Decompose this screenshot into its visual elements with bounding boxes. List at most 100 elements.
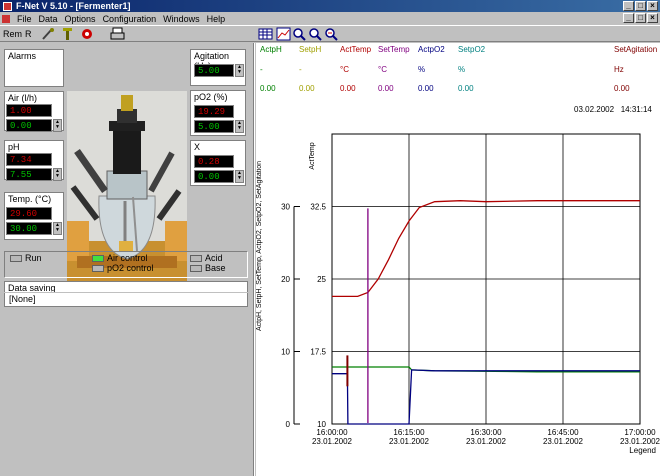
timestamp: 03.02.2002 14:31:14 <box>574 105 652 114</box>
table-view-icon[interactable] <box>258 27 273 41</box>
agitation-setpoint-input[interactable]: 5.00 <box>194 64 234 77</box>
x-tick-time: 16:15:00 <box>393 428 425 437</box>
zoom-out-icon[interactable] <box>308 27 323 41</box>
inner-y-tick: 32.5 <box>310 203 326 212</box>
header-acttemp-value: 0.00 <box>340 84 356 93</box>
title-bar: F-Net V 5.10 - [Fermenter1] _ □ × <box>0 0 660 12</box>
x-tick-date: 23.01.2002 <box>389 437 430 446</box>
po2-setpoint-input[interactable]: 5.00 <box>194 120 234 133</box>
x-tick-date: 23.01.2002 <box>312 437 353 446</box>
air-control-label: Air control <box>107 253 148 263</box>
outer-y-tick: 0 <box>286 420 291 429</box>
ph-setpoint-input[interactable]: 7.55 <box>6 168 52 181</box>
trend-chart[interactable]: 16:00:0023.01.200216:15:0023.01.200216:3… <box>256 116 660 476</box>
maximize-button[interactable]: □ <box>635 1 646 11</box>
header-actpo2-unit: % <box>418 65 426 74</box>
print-icon[interactable] <box>110 27 125 41</box>
x-actual-display: 0.28 <box>194 155 234 168</box>
x-tick-date: 23.01.2002 <box>466 437 507 446</box>
mdi-restore-button[interactable]: □ <box>635 13 646 23</box>
air-setpoint-spinner[interactable]: ▲ ▼ <box>53 119 62 132</box>
menu-windows[interactable]: Windows <box>163 14 200 24</box>
air-actual-display: 1.00 <box>6 104 52 117</box>
agitation-setpoint-spinner[interactable]: ▲ ▼ <box>235 64 244 77</box>
close-button[interactable]: × <box>647 1 658 11</box>
header-setpo2-unit: % <box>458 65 466 74</box>
alarms-label: Alarms <box>8 51 37 61</box>
base-led[interactable] <box>190 265 202 272</box>
x-tick-date: 23.01.2002 <box>543 437 584 446</box>
alarms-box: Alarms <box>4 49 64 87</box>
temp-actual-display: 29.60 <box>6 207 52 220</box>
po2-actual-display: 19.29 <box>194 105 234 118</box>
mdi-minimize-button[interactable]: _ <box>623 13 634 23</box>
x-tick-date: 23.01.2002 <box>620 437 660 446</box>
outer-y-axis-label: ActpH, SetpH, SetTemp, ActpO2, SetpO2, S… <box>256 161 263 331</box>
data-saving-box: Data saving <box>4 281 248 307</box>
run-label: Run <box>25 253 42 263</box>
x-tick-time: 17:00:00 <box>624 428 656 437</box>
outer-y-tick: 10 <box>281 348 290 357</box>
header-actpo2-name: ActpO2 <box>418 45 445 54</box>
header-setph-name: SetpH <box>299 45 322 54</box>
chart-view-icon[interactable] <box>276 27 291 41</box>
ph-actual-display: 7.34 <box>6 153 52 166</box>
header-setpo2-value: 0.00 <box>458 84 474 93</box>
chart-panel: ActpH - 0.00 SetpH - 0.00 ActTemp °C 0.00 SetTemp… <box>256 43 660 476</box>
acid-label: Acid <box>205 253 223 263</box>
header-settemp-name: SetTemp <box>378 45 410 54</box>
x-setpoint-spinner[interactable]: ▲ ▼ <box>235 170 244 183</box>
temp-setpoint-spinner[interactable]: ▲ ▼ <box>53 222 62 235</box>
run-led[interactable] <box>10 255 22 262</box>
zoom-reset-icon[interactable] <box>324 27 339 41</box>
acid-led[interactable] <box>190 255 202 262</box>
menu-file[interactable]: File <box>17 14 32 24</box>
x-tick-time: 16:30:00 <box>470 428 502 437</box>
po2-setpoint-spinner[interactable]: ▲ ▼ <box>235 120 244 133</box>
menu-configuration[interactable]: Configuration <box>103 14 157 24</box>
temp-setpoint-input[interactable]: 30.00 <box>6 222 52 235</box>
outer-y-tick: 30 <box>281 203 290 212</box>
header-setagitation-name: SetAgitation <box>614 45 658 54</box>
header-actph-name: ActpH <box>260 45 282 54</box>
x-setpoint-input[interactable]: 0.00 <box>194 170 234 183</box>
po2-control-led[interactable] <box>92 265 104 272</box>
menu-help[interactable]: Help <box>207 14 226 24</box>
x-tick-time: 16:00:00 <box>316 428 348 437</box>
header-settemp-unit: °C <box>378 65 387 74</box>
ph-setpoint-spinner[interactable]: ▲ ▼ <box>53 168 62 181</box>
data-saving-value[interactable]: [None] <box>9 294 36 304</box>
header-setph-unit: - <box>299 65 302 74</box>
app-icon <box>3 1 12 11</box>
header-setagitation-unit: Hz <box>614 65 624 74</box>
po2-control-label: pO2 control <box>107 263 154 273</box>
air-label: Air (l/h) <box>8 93 37 103</box>
splitter[interactable] <box>253 43 255 476</box>
menu-data[interactable]: Data <box>39 14 58 24</box>
inner-y-tick: 10 <box>317 420 326 429</box>
inner-y-axis-label: ActTemp <box>309 142 316 169</box>
header-acttemp-name: ActTemp <box>340 45 372 54</box>
header-actph-value: 0.00 <box>260 84 276 93</box>
pump-icon[interactable] <box>80 27 95 41</box>
r-button[interactable]: R <box>25 29 32 39</box>
rem-button[interactable]: Rem <box>3 29 22 39</box>
air-setpoint-input[interactable]: 0.00 <box>6 119 52 132</box>
zoom-in-icon[interactable] <box>292 27 307 41</box>
probe-icon[interactable] <box>60 27 75 41</box>
menu-bar: File Data Options Configuration Windows … <box>0 12 660 25</box>
header-acttemp-unit: °C <box>340 65 349 74</box>
header-actpo2-value: 0.00 <box>418 84 434 93</box>
header-setpo2-name: SetpO2 <box>458 45 486 54</box>
air-control-led[interactable] <box>92 255 104 262</box>
ph-label: pH <box>8 142 20 152</box>
menu-options[interactable]: Options <box>65 14 96 24</box>
calibrate-icon[interactable] <box>40 27 55 41</box>
inner-y-tick: 25 <box>317 275 326 284</box>
outer-y-tick: 20 <box>281 275 290 284</box>
po2-label: pO2 (%) <box>194 92 228 102</box>
base-label: Base <box>205 263 226 273</box>
minimize-button[interactable]: _ <box>623 1 634 11</box>
mdi-close-button[interactable]: × <box>647 13 658 23</box>
header-setagitation-value: 0.00 <box>614 84 630 93</box>
